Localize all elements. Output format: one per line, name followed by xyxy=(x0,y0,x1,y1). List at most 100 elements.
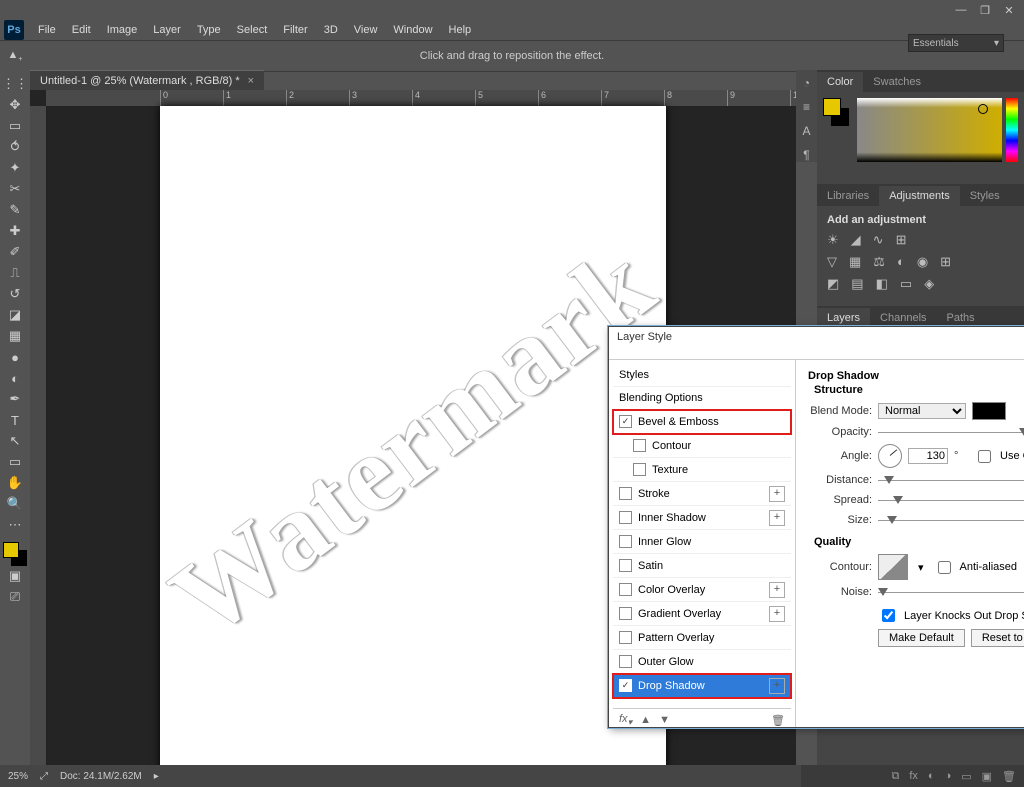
properties-panel-icon[interactable]: ≡ xyxy=(803,100,810,114)
menu-layer[interactable]: Layer xyxy=(145,22,189,38)
opacity-slider[interactable] xyxy=(878,430,1024,435)
style-item-gradient-overlay[interactable]: Gradient Overlay+ xyxy=(613,602,791,626)
eyedropper-tool[interactable]: ✎ xyxy=(3,200,27,220)
selective-icon[interactable]: ◈ xyxy=(924,276,934,292)
style-item-inner-glow[interactable]: Inner Glow xyxy=(613,530,791,554)
close-icon[interactable]: ✕ xyxy=(998,2,1020,18)
crop-tool[interactable]: ✂ xyxy=(3,179,27,199)
curves-icon[interactable]: ∿ xyxy=(873,232,884,248)
move-up-icon[interactable]: ▲ xyxy=(640,714,651,726)
dodge-tool[interactable]: ◐ xyxy=(3,368,27,388)
shadow-color-picker[interactable] xyxy=(972,402,1006,420)
menu-select[interactable]: Select xyxy=(229,22,276,38)
tab-paths[interactable]: Paths xyxy=(937,308,985,328)
balance-icon[interactable]: ⚖ xyxy=(873,254,885,270)
tab-channels[interactable]: Channels xyxy=(870,308,936,328)
style-item-blending-options[interactable]: Blending Options xyxy=(613,387,791,410)
menu-window[interactable]: Window xyxy=(385,22,440,38)
move-down-icon[interactable]: ▼ xyxy=(659,714,670,726)
add-effect-icon[interactable]: + xyxy=(769,678,785,694)
style-checkbox[interactable] xyxy=(619,511,632,524)
tab-swatches[interactable]: Swatches xyxy=(863,72,931,92)
delete-style-icon[interactable]: 🗑 xyxy=(771,714,785,727)
use-global-light-checkbox[interactable] xyxy=(978,450,991,463)
menu-help[interactable]: Help xyxy=(441,22,480,38)
photo-filter-icon[interactable]: ◉ xyxy=(917,254,928,270)
toolbox-handle[interactable]: ⋮⋮ xyxy=(3,74,27,94)
path-tool[interactable]: ↖ xyxy=(3,431,27,451)
new-layer-icon[interactable]: ▣ xyxy=(982,770,992,783)
style-item-color-overlay[interactable]: Color Overlay+ xyxy=(613,578,791,602)
style-item-drop-shadow[interactable]: ✓Drop Shadow+ xyxy=(613,674,791,698)
wand-tool[interactable]: ✦ xyxy=(3,158,27,178)
workspace-selector[interactable]: Essentials▾ xyxy=(908,34,1004,52)
style-checkbox[interactable] xyxy=(633,439,646,452)
style-item-satin[interactable]: Satin xyxy=(613,554,791,578)
style-checkbox[interactable] xyxy=(619,583,632,596)
hue-strip[interactable] xyxy=(1006,98,1018,162)
fx-icon[interactable]: fx xyxy=(909,770,918,782)
make-default-button[interactable]: Make Default xyxy=(878,629,965,647)
document-tab[interactable]: Untitled-1 @ 25% (Watermark , RGB/8) * × xyxy=(30,70,264,91)
quickmask-tool[interactable]: ▣ xyxy=(3,566,27,586)
add-effect-icon[interactable]: + xyxy=(769,582,785,598)
style-item-texture[interactable]: Texture xyxy=(613,458,791,482)
marquee-tool[interactable]: ▭ xyxy=(3,116,27,136)
knocks-out-checkbox[interactable] xyxy=(882,609,895,622)
color-spectrum[interactable] xyxy=(857,98,1002,162)
eraser-tool[interactable]: ◪ xyxy=(3,305,27,325)
zoom-level[interactable]: 25% xyxy=(8,771,28,782)
angle-dial[interactable] xyxy=(878,444,902,468)
style-checkbox[interactable] xyxy=(633,463,646,476)
style-item-bevel-emboss[interactable]: ✓Bevel & Emboss xyxy=(613,410,791,434)
history-brush-tool[interactable]: ↺ xyxy=(3,284,27,304)
menu-view[interactable]: View xyxy=(346,22,386,38)
noise-slider[interactable] xyxy=(878,590,1024,595)
zoom-tool[interactable]: 🔍 xyxy=(3,494,27,514)
add-effect-icon[interactable]: + xyxy=(769,486,785,502)
style-checkbox[interactable] xyxy=(619,487,632,500)
mixer-icon[interactable]: ⊞ xyxy=(940,254,951,270)
heal-tool[interactable]: ✚ xyxy=(3,221,27,241)
color-panel-swatches[interactable] xyxy=(823,98,853,178)
screenmode-tool[interactable]: ⎚ xyxy=(3,587,27,607)
brush-tool[interactable]: ✐ xyxy=(3,242,27,262)
hue-icon[interactable]: ▦ xyxy=(849,254,861,270)
restore-icon[interactable]: ❐ xyxy=(974,2,996,18)
document-canvas[interactable]: Watermark xyxy=(160,106,666,765)
style-item-stroke[interactable]: Stroke+ xyxy=(613,482,791,506)
mask-icon[interactable]: ◐ xyxy=(928,770,935,782)
menu-image[interactable]: Image xyxy=(99,22,146,38)
tab-adjustments[interactable]: Adjustments xyxy=(879,186,960,206)
group-icon[interactable]: ▭ xyxy=(961,770,971,783)
style-item-pattern-overlay[interactable]: Pattern Overlay xyxy=(613,626,791,650)
shape-tool[interactable]: ▭ xyxy=(3,452,27,472)
menu-3d[interactable]: 3D xyxy=(316,22,346,38)
paragraph-panel-icon[interactable]: ¶ xyxy=(803,148,809,162)
style-item-contour[interactable]: Contour xyxy=(613,434,791,458)
posterize-icon[interactable]: ▤ xyxy=(851,276,863,292)
blur-tool[interactable]: ● xyxy=(3,347,27,367)
levels-icon[interactable]: ◢ xyxy=(851,232,861,248)
angle-input[interactable] xyxy=(908,448,948,464)
style-item-outer-glow[interactable]: Outer Glow xyxy=(613,650,791,674)
menu-type[interactable]: Type xyxy=(189,22,229,38)
tab-color[interactable]: Color xyxy=(817,72,863,92)
style-checkbox[interactable] xyxy=(619,655,632,668)
color-swatches[interactable] xyxy=(3,542,27,566)
exposure-icon[interactable]: ⊞ xyxy=(896,232,907,248)
anti-aliased-checkbox[interactable] xyxy=(938,561,951,574)
vibrance-icon[interactable]: ▽ xyxy=(827,254,837,270)
menu-file[interactable]: File xyxy=(30,22,64,38)
bw-icon[interactable]: ◐ xyxy=(897,254,905,270)
lasso-tool[interactable]: ⥀ xyxy=(3,137,27,157)
blend-mode-select[interactable]: Normal xyxy=(878,403,966,419)
menu-filter[interactable]: Filter xyxy=(275,22,315,38)
contour-picker[interactable] xyxy=(878,554,908,580)
fx-menu-icon[interactable]: fx▾ xyxy=(619,713,632,728)
menu-edit[interactable]: Edit xyxy=(64,22,99,38)
gradient-map-icon[interactable]: ▭ xyxy=(900,276,912,292)
spread-slider[interactable] xyxy=(878,498,1024,503)
link-icon[interactable]: ⧉ xyxy=(891,770,899,783)
style-checkbox[interactable] xyxy=(619,559,632,572)
